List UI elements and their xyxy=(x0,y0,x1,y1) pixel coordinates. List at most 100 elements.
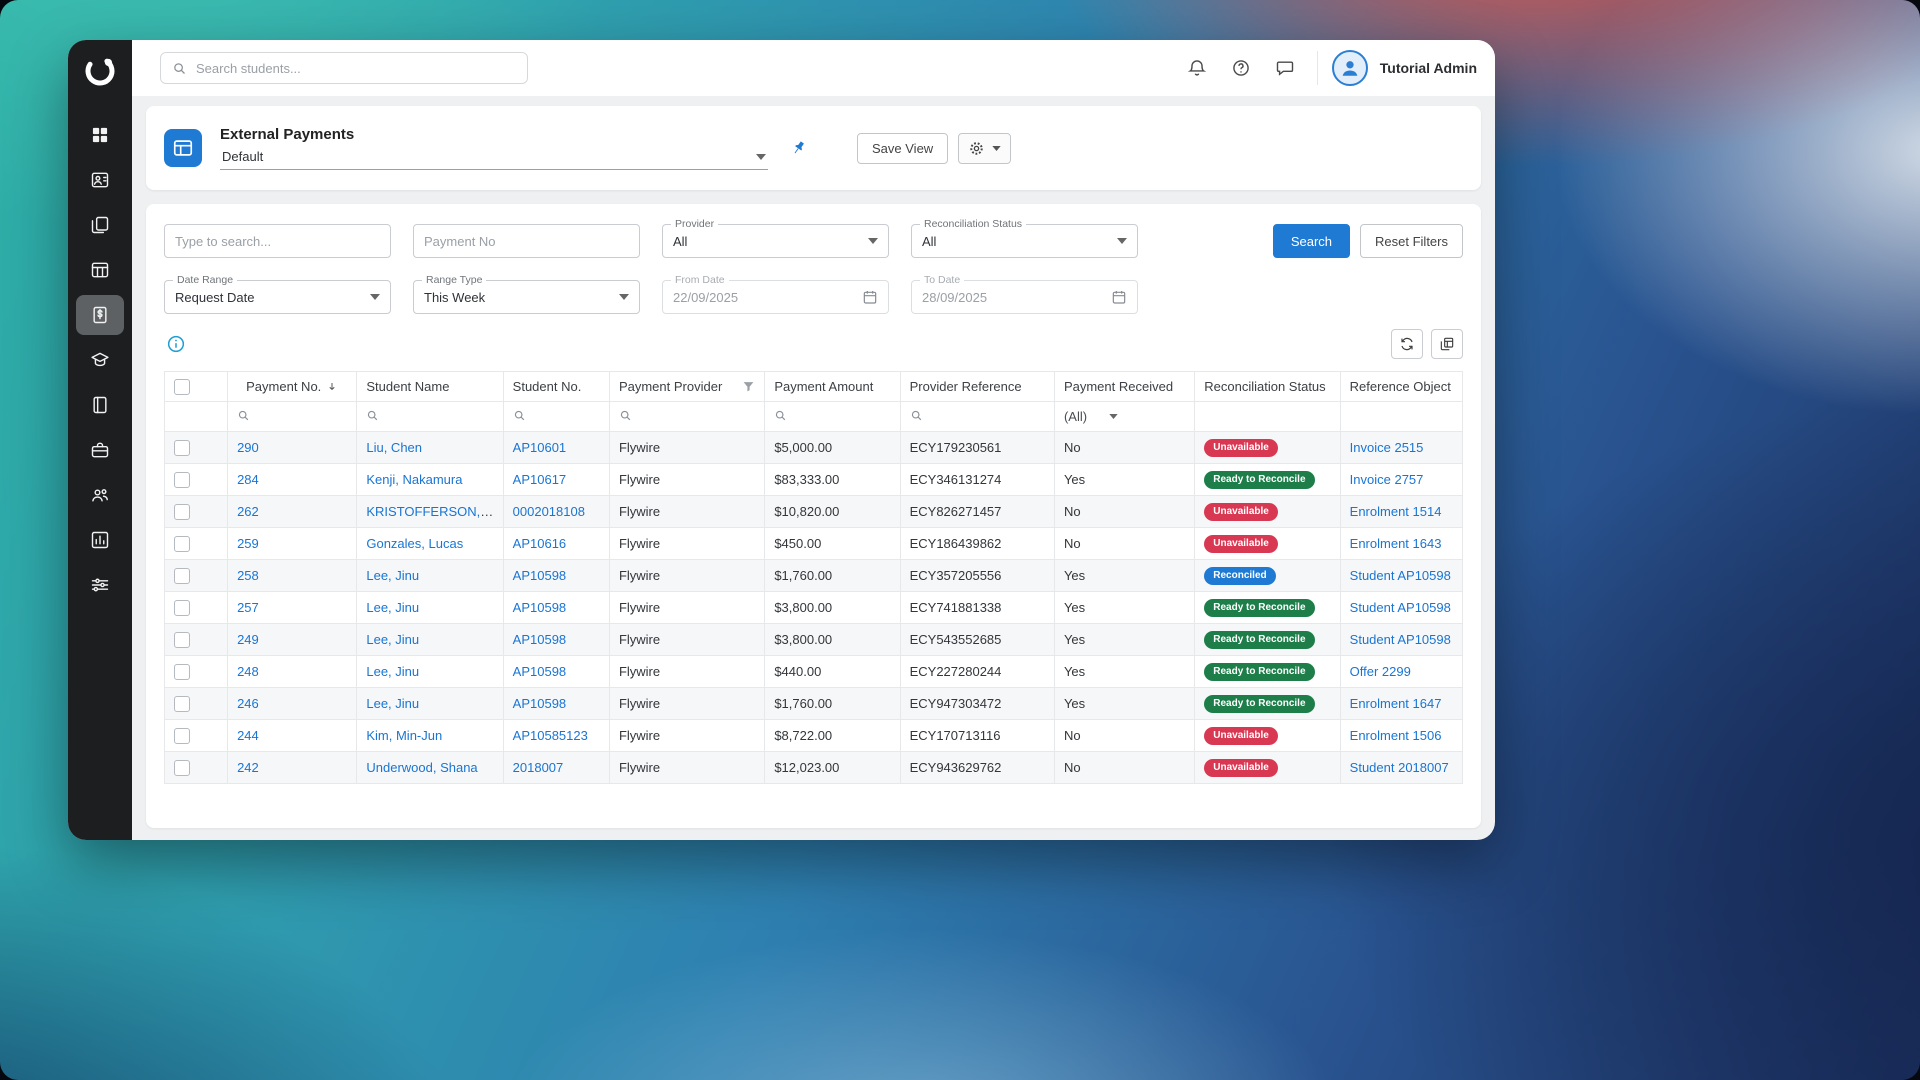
row-checkbox[interactable] xyxy=(174,568,190,584)
sidebar-item-people[interactable] xyxy=(76,475,124,515)
filter-cell-received[interactable]: (All) xyxy=(1054,402,1194,432)
col-header-received[interactable]: Payment Received xyxy=(1054,372,1194,402)
row-checkbox[interactable] xyxy=(174,728,190,744)
sidebar-item-book[interactable] xyxy=(76,385,124,425)
cell-link-student_name[interactable]: Lee, Jinu xyxy=(366,568,419,583)
col-header-student_name[interactable]: Student Name xyxy=(357,372,503,402)
reconciliation-status-select[interactable]: Reconciliation Status All xyxy=(911,224,1138,258)
row-checkbox[interactable] xyxy=(174,472,190,488)
cell-link-payment_no[interactable]: 249 xyxy=(237,632,259,647)
col-header-student_no[interactable]: Student No. xyxy=(503,372,609,402)
row-checkbox[interactable] xyxy=(174,600,190,616)
cell-link-student_name[interactable]: KRISTOFFERSON, Kris xyxy=(366,504,503,519)
cell-link-student_no[interactable]: AP10585123 xyxy=(513,728,588,743)
global-search[interactable] xyxy=(160,52,528,84)
refresh-button[interactable] xyxy=(1391,329,1423,359)
cell-link-payment_no[interactable]: 242 xyxy=(237,760,259,775)
filter-cell-provider_ref[interactable] xyxy=(900,402,1054,432)
cell-link-ref_object[interactable]: Offer 2299 xyxy=(1350,664,1411,679)
col-header-amount[interactable]: Payment Amount xyxy=(765,372,900,402)
to-date-field[interactable]: To Date 28/09/2025 xyxy=(911,280,1138,314)
cell-link-ref_object[interactable]: Enrolment 1647 xyxy=(1350,696,1442,711)
cell-link-student_name[interactable]: Gonzales, Lucas xyxy=(366,536,463,551)
cell-link-student_no[interactable]: 0002018108 xyxy=(513,504,585,519)
cell-link-payment_no[interactable]: 262 xyxy=(237,504,259,519)
provider-select[interactable]: Provider All xyxy=(662,224,889,258)
search-input[interactable] xyxy=(196,61,516,76)
reset-filters-button[interactable]: Reset Filters xyxy=(1360,224,1463,258)
view-selector[interactable]: Default xyxy=(220,146,768,170)
filter-cell-payment_no[interactable] xyxy=(228,402,357,432)
select-all-checkbox[interactable] xyxy=(174,379,190,395)
cell-link-ref_object[interactable]: Enrolment 1506 xyxy=(1350,728,1442,743)
filter-cell-provider[interactable] xyxy=(609,402,764,432)
filter-cell-student_no[interactable] xyxy=(503,402,609,432)
cell-link-student_name[interactable]: Underwood, Shana xyxy=(366,760,477,775)
cell-link-student_name[interactable]: Liu, Chen xyxy=(366,440,422,455)
cell-link-payment_no[interactable]: 290 xyxy=(237,440,259,455)
filter-cell-amount[interactable] xyxy=(765,402,900,432)
sidebar-item-contacts[interactable] xyxy=(76,160,124,200)
cell-link-ref_object[interactable]: Student AP10598 xyxy=(1350,568,1451,583)
cell-link-student_name[interactable]: Lee, Jinu xyxy=(366,696,419,711)
app-logo[interactable] xyxy=(81,52,119,95)
sidebar-item-payments[interactable] xyxy=(76,295,124,335)
cell-link-student_no[interactable]: AP10598 xyxy=(513,600,567,615)
view-settings-button[interactable] xyxy=(958,133,1011,164)
col-header-provider_ref[interactable]: Provider Reference xyxy=(900,372,1054,402)
cell-link-payment_no[interactable]: 284 xyxy=(237,472,259,487)
cell-link-ref_object[interactable]: Student AP10598 xyxy=(1350,600,1451,615)
cell-link-ref_object[interactable]: Enrolment 1514 xyxy=(1350,504,1442,519)
cell-link-payment_no[interactable]: 246 xyxy=(237,696,259,711)
cell-link-student_name[interactable]: Lee, Jinu xyxy=(366,632,419,647)
cell-link-ref_object[interactable]: Invoice 2757 xyxy=(1350,472,1424,487)
cell-link-student_no[interactable]: AP10598 xyxy=(513,664,567,679)
filter-funnel-icon[interactable] xyxy=(742,380,755,393)
cell-link-student_name[interactable]: Lee, Jinu xyxy=(366,600,419,615)
col-header-payment_no[interactable]: Payment No. xyxy=(228,372,357,402)
row-checkbox[interactable] xyxy=(174,632,190,648)
sidebar-item-chart[interactable] xyxy=(76,520,124,560)
search-button[interactable]: Search xyxy=(1273,224,1350,258)
sidebar-item-sliders[interactable] xyxy=(76,565,124,605)
sidebar-item-tables[interactable] xyxy=(76,250,124,290)
cell-link-student_name[interactable]: Lee, Jinu xyxy=(366,664,419,679)
cell-link-ref_object[interactable]: Student AP10598 xyxy=(1350,632,1451,647)
help-icon[interactable] xyxy=(1231,58,1251,78)
cell-link-student_no[interactable]: AP10601 xyxy=(513,440,567,455)
keyword-search-input[interactable] xyxy=(164,224,391,258)
cell-link-payment_no[interactable]: 244 xyxy=(237,728,259,743)
cell-link-student_name[interactable]: Kim, Min-Jun xyxy=(366,728,442,743)
cell-link-payment_no[interactable]: 248 xyxy=(237,664,259,679)
user-name[interactable]: Tutorial Admin xyxy=(1380,60,1477,76)
cell-link-payment_no[interactable]: 257 xyxy=(237,600,259,615)
column-chooser-button[interactable] xyxy=(1431,329,1463,359)
cell-link-student_no[interactable]: AP10598 xyxy=(513,632,567,647)
sidebar-item-education[interactable] xyxy=(76,340,124,380)
sidebar-item-briefcase[interactable] xyxy=(76,430,124,470)
cell-link-student_name[interactable]: Kenji, Nakamura xyxy=(366,472,462,487)
row-checkbox[interactable] xyxy=(174,760,190,776)
from-date-field[interactable]: From Date 22/09/2025 xyxy=(662,280,889,314)
range-type-select[interactable]: Range Type This Week xyxy=(413,280,640,314)
row-checkbox[interactable] xyxy=(174,696,190,712)
date-range-select[interactable]: Date Range Request Date xyxy=(164,280,391,314)
col-header-status[interactable]: Reconciliation Status xyxy=(1195,372,1340,402)
info-icon[interactable] xyxy=(166,334,186,354)
pin-view-icon[interactable] xyxy=(790,139,807,157)
cell-link-student_no[interactable]: AP10616 xyxy=(513,536,567,551)
cell-link-ref_object[interactable]: Student 2018007 xyxy=(1350,760,1449,775)
sidebar-item-dashboard[interactable] xyxy=(76,115,124,155)
chat-icon[interactable] xyxy=(1275,58,1295,78)
row-checkbox[interactable] xyxy=(174,536,190,552)
cell-link-student_no[interactable]: AP10617 xyxy=(513,472,567,487)
row-checkbox[interactable] xyxy=(174,664,190,680)
cell-link-student_no[interactable]: 2018007 xyxy=(513,760,564,775)
notifications-bell-icon[interactable] xyxy=(1187,58,1207,78)
cell-link-ref_object[interactable]: Invoice 2515 xyxy=(1350,440,1424,455)
cell-link-payment_no[interactable]: 258 xyxy=(237,568,259,583)
sidebar-item-documents[interactable] xyxy=(76,205,124,245)
payment-no-input[interactable] xyxy=(413,224,640,258)
row-checkbox[interactable] xyxy=(174,440,190,456)
row-checkbox[interactable] xyxy=(174,504,190,520)
